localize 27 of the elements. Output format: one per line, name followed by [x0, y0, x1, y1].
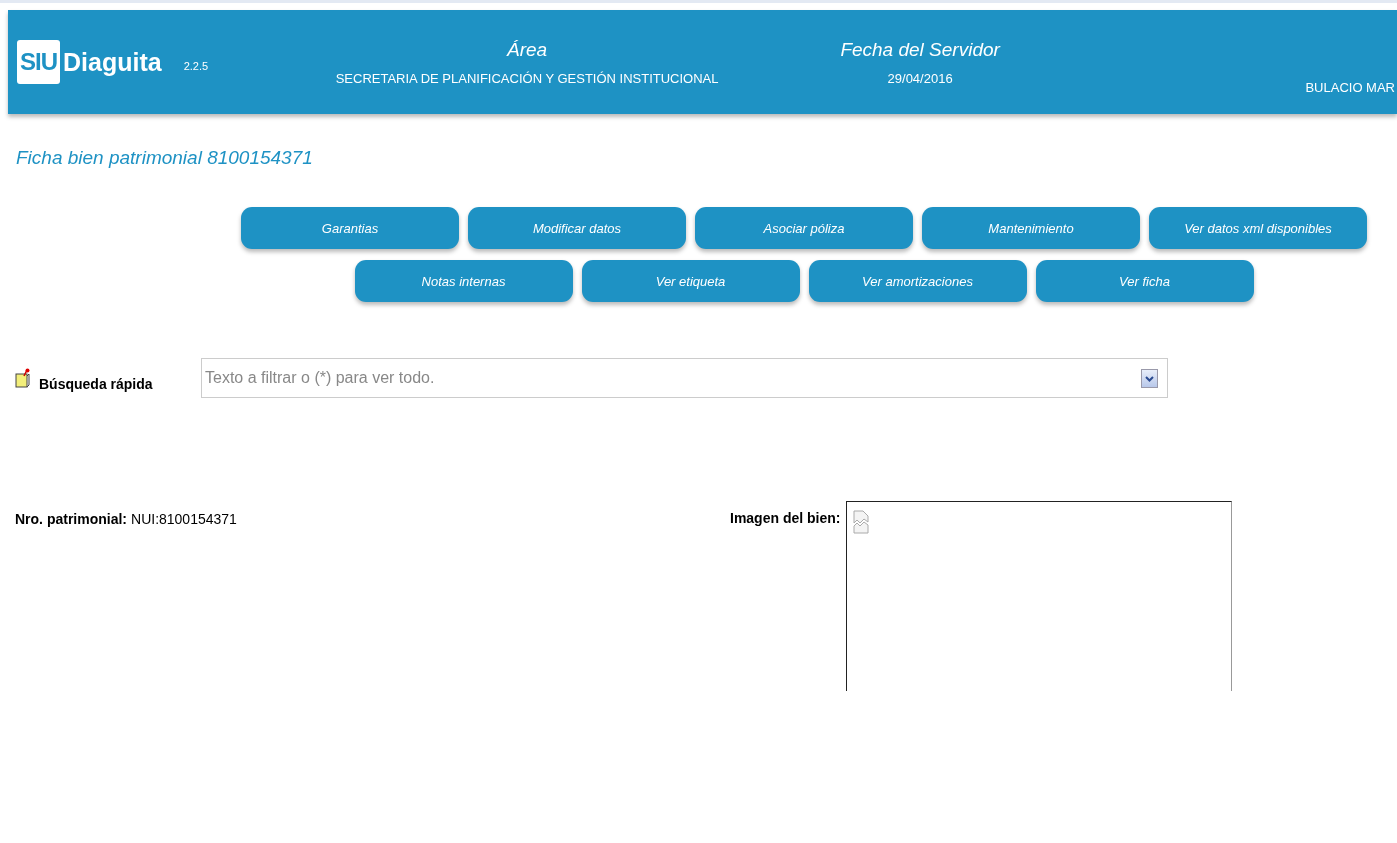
- action-button[interactable]: Ver amortizaciones: [808, 260, 1027, 302]
- dropdown-button[interactable]: [1141, 369, 1158, 388]
- page-title: Ficha bien patrimonial 8100154371: [16, 147, 314, 169]
- patrimonial-number-label: Nro. patrimonial:: [15, 511, 127, 529]
- quick-search-label: Búsqueda rápida: [39, 376, 154, 392]
- server-date-label: Fecha del Servidor: [840, 38, 1000, 61]
- version-label: 2.2.5: [183, 60, 209, 72]
- user-name: BULACIO MAR: [1305, 80, 1395, 95]
- action-button[interactable]: Ver datos xml disponibles: [1149, 207, 1367, 249]
- action-button[interactable]: Mantenimiento: [922, 207, 1140, 249]
- caret-icon: [1145, 375, 1154, 382]
- patrimonial-number-value: NUI:8100154371: [131, 511, 237, 529]
- note-pin-icon: [15, 368, 31, 388]
- action-button[interactable]: Ver etiqueta: [581, 260, 800, 302]
- action-button[interactable]: Notas internas: [354, 260, 573, 302]
- server-date-value: 29/04/2016: [887, 70, 953, 86]
- logo-name: Diaguita: [63, 47, 162, 77]
- action-button[interactable]: Modificar datos: [468, 207, 686, 249]
- action-button[interactable]: Ver ficha: [1035, 260, 1254, 302]
- area-label: Área: [507, 38, 548, 61]
- broken-image-icon: [853, 510, 870, 534]
- action-button[interactable]: Asociar póliza: [695, 207, 913, 249]
- logo-mark: SIU: [17, 40, 60, 84]
- area-value: SECRETARIA DE PLANIFICACIÓN Y GESTIÓN INSTITUCIONAL: [335, 70, 719, 86]
- quick-search-field[interactable]: Texto a filtrar o (*) para ver todo.: [201, 358, 1168, 398]
- action-button[interactable]: Garantias: [241, 207, 459, 249]
- image-label: Imagen del bien:: [730, 510, 841, 528]
